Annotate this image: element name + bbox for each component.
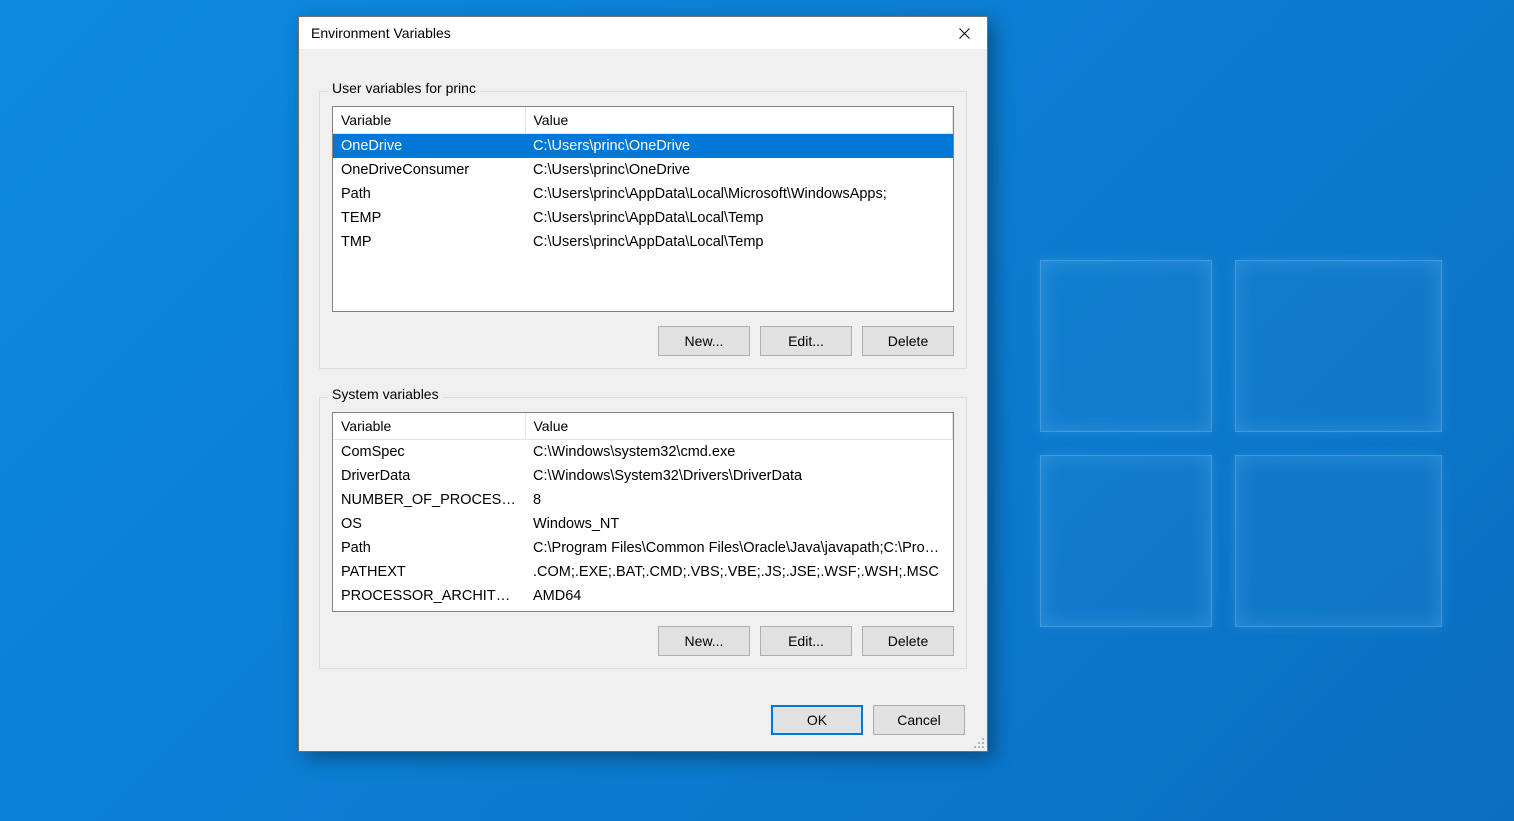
variable-value: Windows_NT <box>525 512 953 536</box>
variable-name: TMP <box>333 230 525 254</box>
column-header-value[interactable]: Value <box>525 413 953 440</box>
system-new-button[interactable]: New... <box>658 626 750 656</box>
variable-value: C:\Windows\system32\cmd.exe <box>525 440 953 465</box>
table-row[interactable]: OSWindows_NT <box>333 512 953 536</box>
close-icon <box>959 28 970 39</box>
variable-name: OneDriveConsumer <box>333 158 525 182</box>
variable-value: Intel64 Family 6 Model 142 Stepping 10, … <box>525 608 953 611</box>
system-variables-group: System variables Variable Value ComSpe <box>319 397 967 669</box>
variable-name: NUMBER_OF_PROCESSORS <box>333 488 525 512</box>
table-row[interactable]: TMPC:\Users\princ\AppData\Local\Temp <box>333 230 953 254</box>
variable-value: C:\Users\princ\AppData\Local\Temp <box>525 230 953 254</box>
table-row[interactable]: PROCESSOR_ARCHITECTU...AMD64 <box>333 584 953 608</box>
column-header-variable[interactable]: Variable <box>333 413 525 440</box>
resize-grip-icon[interactable] <box>971 735 985 749</box>
variable-value: C:\Windows\System32\Drivers\DriverData <box>525 464 953 488</box>
environment-variables-dialog: Environment Variables User variables for… <box>298 16 988 752</box>
user-new-button[interactable]: New... <box>658 326 750 356</box>
variable-value: C:\Users\princ\OneDrive <box>525 134 953 159</box>
desktop-background: Environment Variables User variables for… <box>0 0 1514 821</box>
variable-name: OneDrive <box>333 134 525 159</box>
table-row[interactable]: OneDriveConsumerC:\Users\princ\OneDrive <box>333 158 953 182</box>
table-row[interactable]: PathC:\Users\princ\AppData\Local\Microso… <box>333 182 953 206</box>
table-row[interactable]: DriverDataC:\Windows\System32\Drivers\Dr… <box>333 464 953 488</box>
ok-button[interactable]: OK <box>771 705 863 735</box>
variable-value: .COM;.EXE;.BAT;.CMD;.VBS;.VBE;.JS;.JSE;.… <box>525 560 953 584</box>
table-row[interactable]: ComSpecC:\Windows\system32\cmd.exe <box>333 440 953 465</box>
table-row[interactable]: PATHEXT.COM;.EXE;.BAT;.CMD;.VBS;.VBE;.JS… <box>333 560 953 584</box>
variable-name: DriverData <box>333 464 525 488</box>
variable-name: TEMP <box>333 206 525 230</box>
variable-name: PROCESSOR_ARCHITECTU... <box>333 584 525 608</box>
user-edit-button[interactable]: Edit... <box>760 326 852 356</box>
dialog-title: Environment Variables <box>311 25 451 41</box>
variable-name: Path <box>333 536 525 560</box>
variable-value: AMD64 <box>525 584 953 608</box>
table-row[interactable]: PathC:\Program Files\Common Files\Oracle… <box>333 536 953 560</box>
dialog-titlebar[interactable]: Environment Variables <box>299 17 987 49</box>
table-row[interactable]: OneDriveC:\Users\princ\OneDrive <box>333 134 953 159</box>
system-variables-legend: System variables <box>328 386 443 402</box>
variable-value: 8 <box>525 488 953 512</box>
cancel-button[interactable]: Cancel <box>873 705 965 735</box>
variable-name: ComSpec <box>333 440 525 465</box>
system-delete-button[interactable]: Delete <box>862 626 954 656</box>
system-edit-button[interactable]: Edit... <box>760 626 852 656</box>
column-header-variable[interactable]: Variable <box>333 107 525 134</box>
user-variables-group: User variables for princ Variable Value … <box>319 91 967 369</box>
variable-name: PROCESSOR_IDENTIFIER <box>333 608 525 611</box>
column-header-value[interactable]: Value <box>525 107 953 134</box>
variable-name: OS <box>333 512 525 536</box>
close-button[interactable] <box>941 17 987 49</box>
user-delete-button[interactable]: Delete <box>862 326 954 356</box>
system-variables-list[interactable]: Variable Value ComSpecC:\Windows\system3… <box>332 412 954 612</box>
table-row[interactable]: PROCESSOR_IDENTIFIERIntel64 Family 6 Mod… <box>333 608 953 611</box>
variable-value: C:\Users\princ\AppData\Local\Temp <box>525 206 953 230</box>
variable-value: C:\Users\princ\AppData\Local\Microsoft\W… <box>525 182 953 206</box>
variable-value: C:\Users\princ\OneDrive <box>525 158 953 182</box>
table-row[interactable]: NUMBER_OF_PROCESSORS8 <box>333 488 953 512</box>
variable-name: PATHEXT <box>333 560 525 584</box>
variable-name: Path <box>333 182 525 206</box>
variable-value: C:\Program Files\Common Files\Oracle\Jav… <box>525 536 953 560</box>
user-variables-list[interactable]: Variable Value OneDriveC:\Users\princ\On… <box>332 106 954 312</box>
table-row[interactable]: TEMPC:\Users\princ\AppData\Local\Temp <box>333 206 953 230</box>
windows-logo-icon <box>1040 260 1440 630</box>
user-variables-legend: User variables for princ <box>328 80 480 96</box>
